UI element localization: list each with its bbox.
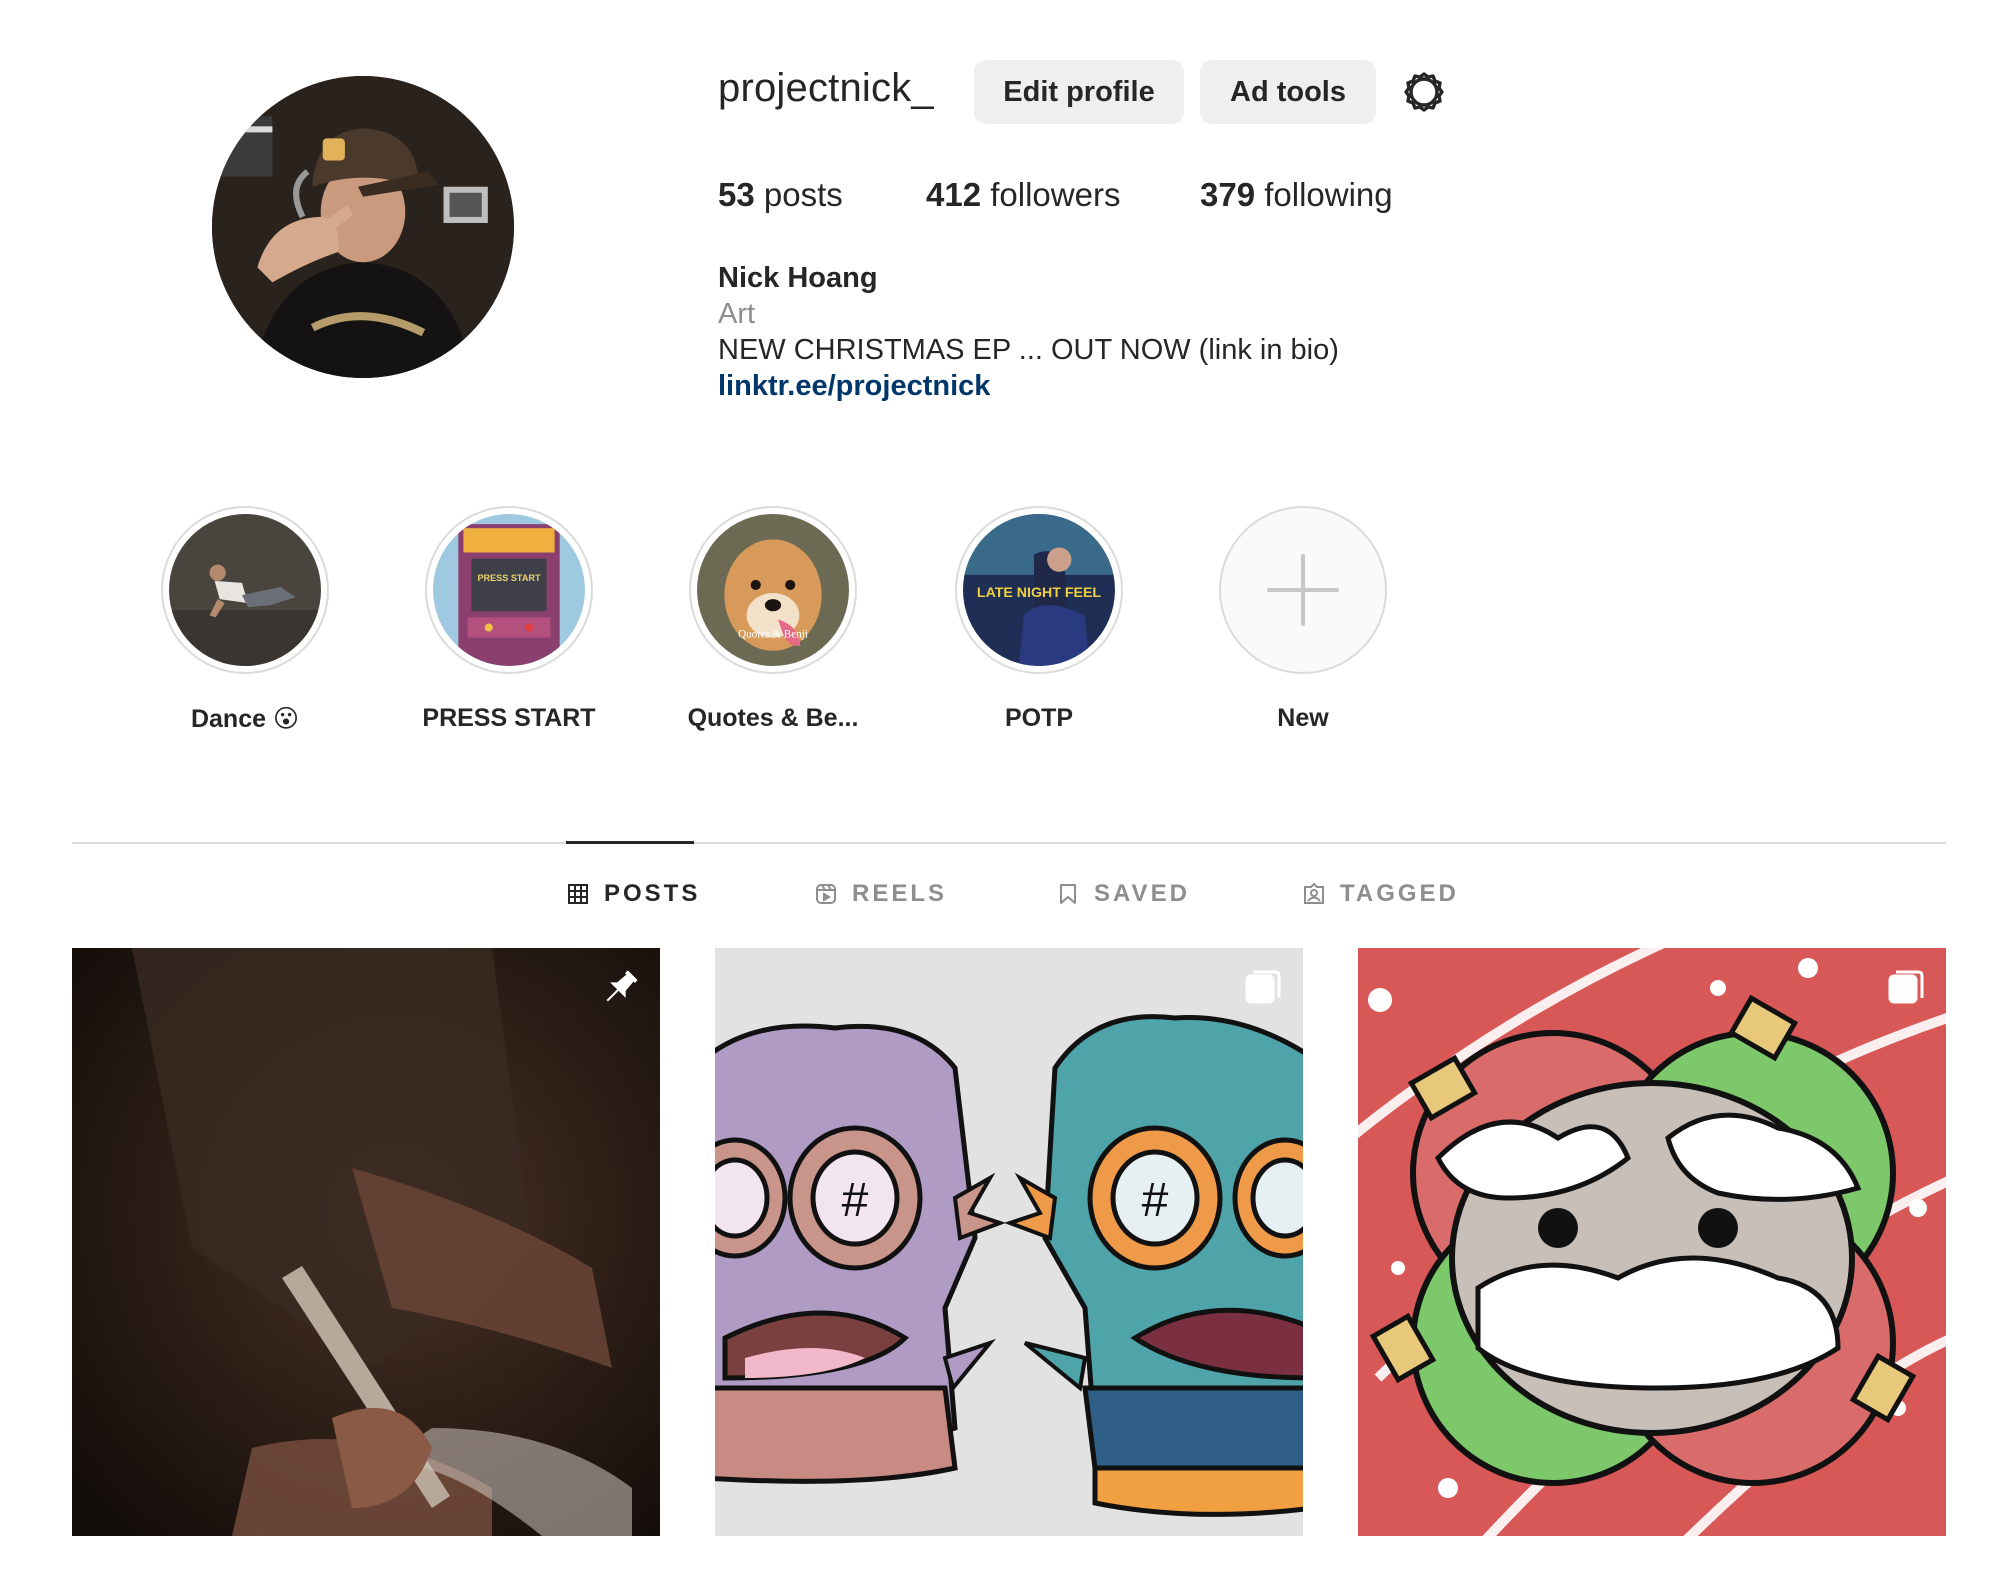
tab-label: REELS xyxy=(852,880,948,907)
tabs-divider xyxy=(72,842,1946,844)
post-image xyxy=(1358,948,1946,1536)
tagged-icon xyxy=(1304,882,1324,904)
svg-text:#: # xyxy=(842,1174,869,1227)
new-highlight-circle xyxy=(1219,506,1387,674)
ad-tools-button[interactable]: Ad tools xyxy=(1200,60,1376,124)
highlight-label: Quotes & Be... xyxy=(687,704,859,732)
highlight-cover: LATE NIGHT FEEL xyxy=(963,514,1115,666)
bio-category: Art xyxy=(718,298,756,330)
followers-count[interactable]: 412 followers xyxy=(926,176,1120,214)
bio-link[interactable]: linktr.ee/projectnick xyxy=(718,370,990,403)
plus-icon xyxy=(1267,554,1339,626)
bio-full-name: Nick Hoang xyxy=(718,262,878,294)
followers-count-label: followers xyxy=(990,176,1121,213)
highlight-cover: PRESS START xyxy=(433,514,585,666)
highlight-ring: PRESS START xyxy=(425,506,593,674)
tab-label: POSTS xyxy=(604,880,701,907)
highlight-label: New xyxy=(1277,704,1329,732)
grid-icon xyxy=(568,884,588,904)
following-count-label: following xyxy=(1264,176,1393,213)
tab-label: SAVED xyxy=(1094,880,1190,907)
highlight-press-start[interactable]: PRESS START PRESS START xyxy=(384,506,634,733)
post-tile[interactable]: # # xyxy=(715,948,1303,1536)
quotes-art-text: Quotes & Benji xyxy=(738,629,808,641)
highlight-cover: Quotes & Benji xyxy=(697,514,849,666)
gear-icon[interactable] xyxy=(1400,68,1448,116)
post-image: # # xyxy=(715,948,1303,1536)
svg-text:#: # xyxy=(1142,1174,1169,1227)
highlight-label: PRESS START xyxy=(422,704,596,732)
press-start-art-text: PRESS START xyxy=(477,573,541,583)
highlight-ring xyxy=(161,506,329,674)
avatar-photo xyxy=(212,76,514,378)
profile-page: projectnick_ Edit profile Ad tools 53 po… xyxy=(0,0,1998,1574)
following-count-value: 379 xyxy=(1200,176,1256,213)
post-image xyxy=(72,948,660,1536)
highlight-label: Dance 😮 xyxy=(190,705,300,733)
post-tile[interactable] xyxy=(72,948,660,1536)
following-count[interactable]: 379 following xyxy=(1200,176,1393,214)
highlight-dance[interactable]: Dance 😮 xyxy=(120,506,370,734)
bio-text: NEW CHRISTMAS EP ... OUT NOW (link in bi… xyxy=(718,334,1339,366)
posts-count-value: 53 xyxy=(718,176,755,213)
highlight-ring: LATE NIGHT FEEL xyxy=(955,506,1123,674)
posts-count-label: posts xyxy=(763,176,843,213)
reels-icon xyxy=(816,884,836,904)
potp-art-text: LATE NIGHT FEEL xyxy=(977,585,1101,601)
highlight-potp[interactable]: LATE NIGHT FEEL POTP xyxy=(914,506,1164,733)
highlight-ring: Quotes & Benji xyxy=(689,506,857,674)
profile-avatar[interactable] xyxy=(212,76,514,378)
highlight-new[interactable]: New xyxy=(1178,506,1428,733)
tab-label: TAGGED xyxy=(1340,880,1459,907)
tab-saved[interactable]: SAVED xyxy=(1056,880,1190,908)
bookmark-icon xyxy=(1060,884,1076,904)
carousel-icon xyxy=(1884,966,1928,1010)
followers-count-value: 412 xyxy=(926,176,982,213)
tab-reels[interactable]: REELS xyxy=(814,880,947,908)
tab-tagged[interactable]: TAGGED xyxy=(1302,880,1459,908)
posts-count: 53 posts xyxy=(718,176,843,214)
edit-profile-button[interactable]: Edit profile xyxy=(974,60,1184,124)
highlight-cover xyxy=(169,514,321,666)
highlight-quotes-benji[interactable]: Quotes & Benji Quotes & Be... xyxy=(648,506,898,733)
post-tile[interactable] xyxy=(1358,948,1946,1536)
tab-posts[interactable]: POSTS xyxy=(566,880,700,908)
highlight-label: POTP xyxy=(1004,704,1074,732)
carousel-icon xyxy=(1241,966,1285,1010)
pin-icon xyxy=(598,966,642,1010)
profile-username: projectnick_ xyxy=(718,66,934,110)
active-tab-indicator xyxy=(566,841,694,844)
